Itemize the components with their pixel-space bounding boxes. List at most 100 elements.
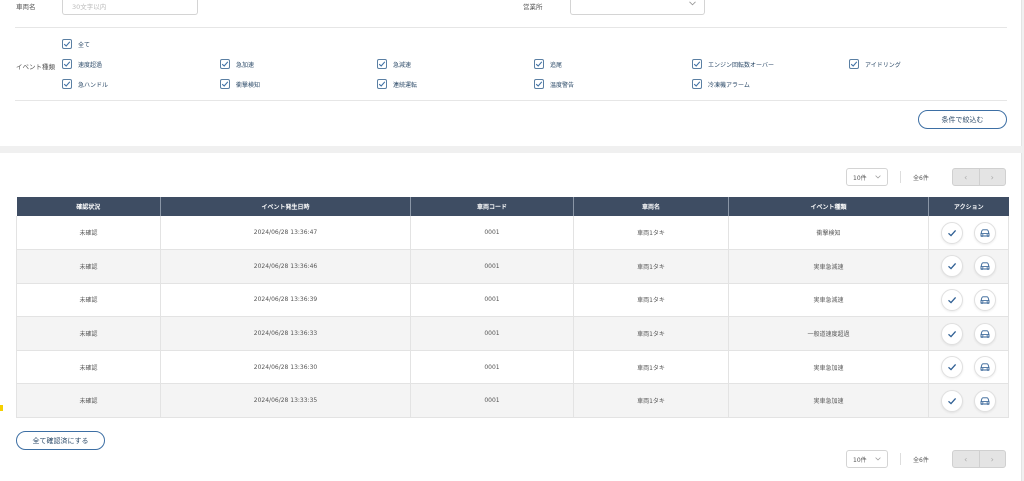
checkbox-all[interactable]: 全て: [62, 39, 90, 49]
chevron-down-icon: [875, 457, 881, 461]
cell-vehicle-name: 車両1タキ: [573, 283, 729, 318]
vehicle-detail-button[interactable]: [974, 356, 996, 379]
confirm-all-button[interactable]: 全て確認済にする: [16, 431, 105, 450]
checkbox-event-6[interactable]: 急ハンドル: [62, 79, 108, 89]
chevron-right-icon[interactable]: ›: [980, 169, 1006, 185]
check-icon: [535, 81, 543, 87]
cell-actions: [928, 350, 1009, 385]
checkbox-event-9[interactable]: 温度警告: [534, 79, 574, 89]
per-page-value: 10件: [853, 174, 867, 182]
chevron-left-icon[interactable]: ‹: [953, 169, 980, 185]
checkbox-label: 急加速: [236, 61, 255, 69]
column-header-event-type[interactable]: イベント種類: [728, 197, 929, 216]
cell-vehicle-code: 0001: [410, 350, 574, 385]
confirm-button[interactable]: [941, 221, 963, 244]
checkbox-event-1[interactable]: 急加速: [220, 59, 254, 69]
vehicle-detail-button[interactable]: [974, 221, 996, 244]
checkbox-event-5[interactable]: アイドリング: [849, 59, 901, 69]
column-header-vehicle-code[interactable]: 車両コード: [410, 197, 574, 216]
check-icon: [693, 81, 701, 87]
checkbox-event-2[interactable]: 急減速: [377, 59, 411, 69]
cell-actions: [928, 383, 1009, 419]
cell-vehicle-name: 車両1タキ: [573, 216, 729, 251]
checkbox-event-7[interactable]: 衝撃検知: [220, 79, 260, 89]
check-icon: [948, 330, 957, 338]
car-icon: [980, 397, 990, 405]
cell-actions: [928, 283, 1009, 318]
per-page-select[interactable]: 10件: [846, 168, 888, 186]
checkbox-label: エンジン回転数オーバー: [708, 61, 774, 69]
office-select[interactable]: [570, 0, 705, 15]
cell-status: 未確認: [16, 383, 161, 419]
checkbox-label: 温度警告: [550, 81, 575, 89]
action-group: [929, 322, 1008, 345]
divider: [15, 27, 1007, 28]
cell-event-type: 実車急減速: [728, 283, 929, 318]
vehicle-detail-button[interactable]: [974, 288, 996, 311]
cell-status: 未確認: [16, 350, 161, 385]
check-icon: [378, 81, 386, 87]
divider: [15, 100, 1007, 101]
apply-filter-button[interactable]: 条件で絞込む: [918, 110, 1007, 129]
per-page-select[interactable]: 10件: [846, 450, 888, 468]
vehicle-detail-button[interactable]: [974, 255, 996, 278]
divider: [900, 171, 901, 183]
confirm-button[interactable]: [941, 322, 963, 345]
car-icon: [980, 296, 990, 304]
checkbox-box: [62, 39, 72, 49]
chevron-right-icon[interactable]: ›: [980, 451, 1006, 467]
event-type-label: イベント種類: [16, 63, 55, 71]
cell-datetime: 2024/06/28 13:33:35: [160, 383, 411, 419]
cell-vehicle-name: 車両1タキ: [573, 249, 729, 284]
confirm-button[interactable]: [941, 288, 963, 311]
vehicle-detail-button[interactable]: [974, 389, 996, 412]
cell-vehicle-name: 車両1タキ: [573, 383, 729, 419]
pager-bottom: 10件 全6件 ‹ ›: [846, 450, 1006, 468]
cell-datetime: 2024/06/28 13:36:39: [160, 283, 411, 318]
action-group: [929, 288, 1008, 311]
cell-vehicle-name: 車両1タキ: [573, 316, 729, 351]
confirm-button[interactable]: [941, 389, 963, 412]
checkbox-box: [220, 59, 230, 69]
checkbox-box: [534, 59, 544, 69]
vehicle-name-label: 車両名: [16, 3, 36, 11]
checkbox-box: [62, 79, 72, 89]
checkbox-label: 全て: [78, 41, 91, 49]
checkbox-box: [534, 79, 544, 89]
column-header-status[interactable]: 確認状況: [16, 197, 161, 216]
column-header-vehicle-name[interactable]: 車両名: [573, 197, 729, 216]
checkbox-event-0[interactable]: 速度超過: [62, 59, 102, 69]
cell-datetime: 2024/06/28 13:36:33: [160, 316, 411, 351]
check-icon: [948, 397, 957, 405]
cell-vehicle-code: 0001: [410, 216, 574, 251]
check-icon: [221, 61, 229, 67]
chevron-left-icon[interactable]: ‹: [953, 451, 980, 467]
car-icon: [980, 329, 990, 338]
checkbox-label: 連続運転: [393, 81, 418, 89]
checkbox-box: [377, 59, 387, 69]
car-icon: [980, 262, 990, 271]
check-icon: [948, 296, 957, 304]
checkbox-label: 追尾: [550, 61, 563, 69]
pager-top: 10件 全6件 ‹ ›: [846, 168, 1006, 186]
checkbox-event-4[interactable]: エンジン回転数オーバー: [692, 59, 774, 69]
checkbox-event-10[interactable]: 冷凍機アラーム: [692, 79, 750, 89]
check-icon: [63, 81, 71, 87]
confirm-button[interactable]: [941, 356, 963, 379]
action-group: [929, 221, 1008, 244]
divider: [900, 453, 901, 465]
cell-event-type: 実車急減速: [728, 249, 929, 284]
vehicle-detail-button[interactable]: [974, 322, 996, 345]
column-header-datetime[interactable]: イベント発生日時: [160, 197, 411, 216]
check-icon: [948, 229, 957, 237]
table-row: 未確認 2024/06/28 13:36:46 0001 車両1タキ 実車急減速: [16, 249, 1009, 284]
table-row: 未確認 2024/06/28 13:36:30 0001 車両1タキ 実車急加速: [16, 350, 1009, 385]
vehicle-name-input[interactable]: 30文字以内: [62, 0, 198, 15]
checkbox-event-3[interactable]: 追尾: [534, 59, 562, 69]
confirm-button[interactable]: [941, 255, 963, 278]
cell-event-type: 実車急加速: [728, 383, 929, 419]
cell-vehicle-code: 0001: [410, 383, 574, 419]
table-row: 未確認 2024/06/28 13:33:35 0001 車両1タキ 実車急加速: [16, 383, 1009, 419]
checkbox-label: 冷凍機アラーム: [708, 81, 750, 89]
checkbox-event-8[interactable]: 連続運転: [377, 79, 417, 89]
